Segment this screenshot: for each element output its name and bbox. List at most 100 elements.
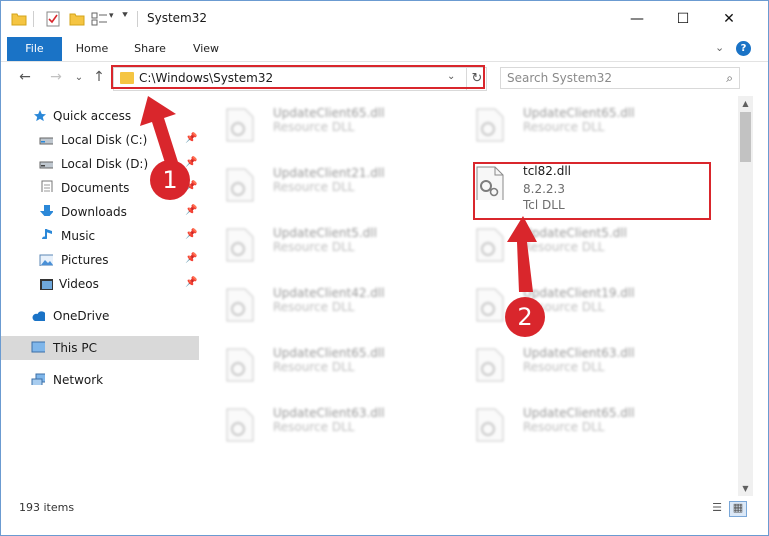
status-bar: 193 items ☰ ▦ [1, 498, 768, 520]
close-button[interactable]: ✕ [706, 1, 752, 37]
file-type: Resource DLL [523, 420, 605, 434]
file-item[interactable]: UpdateClient65.dll Resource DLL [455, 96, 690, 152]
scroll-up-icon[interactable]: ▲ [738, 96, 753, 111]
sidebar-item-onedrive[interactable]: OneDrive [1, 304, 199, 328]
recent-locations-icon[interactable]: ⌄ [69, 72, 89, 83]
tab-file[interactable]: File [7, 37, 62, 61]
pin-icon[interactable]: 📌 [185, 181, 197, 192]
sidebar-item-network[interactable]: Network [1, 368, 199, 392]
forward-icon[interactable]: → [46, 69, 66, 85]
star-icon [34, 110, 46, 121]
details-view-icon[interactable]: ☰ [709, 501, 725, 515]
file-item[interactable]: UpdateClient63.dll Resource DLL [455, 336, 690, 392]
sidebar-item-pictures[interactable]: Pictures 📌 [1, 248, 199, 272]
address-row: ← → ⌄ ↑ C:\Windows\System32 ⌄ ↻ ⌕ [1, 62, 768, 94]
item-count: 193 items [19, 501, 75, 514]
search-icon[interactable]: ⌕ [726, 71, 733, 86]
file-item[interactable]: UpdateClient65.dll Resource DLL [205, 336, 440, 392]
file-item-tcl82[interactable]: tcl82.dll 8.2.2.3 Tcl DLL [455, 160, 690, 216]
sidebar-item-label: OneDrive [53, 309, 110, 323]
pin-icon[interactable]: 📌 [185, 277, 197, 288]
quick-access-dropdown-icon[interactable]: ⯆ [121, 10, 129, 21]
file-name: UpdateClient21.dll [273, 166, 385, 180]
file-type: Resource DLL [523, 360, 605, 374]
file-type: Resource DLL [273, 360, 355, 374]
scroll-thumb[interactable] [740, 112, 751, 162]
file-item[interactable]: UpdateClient21.dll Resource DLL [205, 156, 440, 212]
sidebar-item-quick-access[interactable]: Quick access [1, 104, 199, 128]
documents-icon [41, 180, 53, 192]
sidebar-item-music[interactable]: Music 📌 [1, 224, 199, 248]
tab-home[interactable]: Home [69, 37, 115, 61]
sidebar-item-documents[interactable]: Documents 📌 [1, 176, 199, 200]
new-folder-icon[interactable] [69, 11, 85, 27]
file-name: UpdateClient65.dll [273, 346, 385, 360]
properties-icon[interactable] [45, 11, 61, 27]
tab-view[interactable]: View [183, 37, 229, 61]
minimize-button[interactable]: — [614, 1, 660, 37]
file-item[interactable]: UpdateClient63.dll Resource DLL [205, 396, 440, 452]
expand-ribbon-icon[interactable]: ⌄ [715, 41, 724, 54]
help-icon[interactable]: ? [736, 41, 751, 56]
file-type: Resource DLL [273, 420, 355, 434]
this-pc-icon [31, 341, 45, 353]
file-item[interactable]: UpdateClient5.dll Resource DLL [455, 216, 690, 272]
dll-file-icon [476, 348, 504, 382]
file-list: UpdateClient65.dll Resource DLL UpdateCl… [205, 96, 737, 496]
back-icon[interactable]: ← [15, 69, 35, 85]
sidebar-item-videos[interactable]: Videos 📌 [1, 272, 199, 296]
sidebar-item-local-disk-d[interactable]: Local Disk (D:) 📌 [1, 152, 199, 176]
navigation-pane: Quick access Local Disk (C:) 📌 Local Dis… [1, 96, 204, 496]
file-item[interactable]: UpdateClient42.dll Resource DLL [205, 276, 440, 332]
dll-file-icon [226, 348, 254, 382]
file-name: UpdateClient19.dll [523, 286, 635, 300]
chevron-down-icon[interactable]: ▾ [109, 11, 114, 21]
up-icon[interactable]: ↑ [89, 69, 109, 85]
sidebar-item-downloads[interactable]: Downloads 📌 [1, 200, 199, 224]
sidebar-item-label: Downloads [61, 205, 127, 219]
folder-icon [11, 13, 27, 26]
file-item[interactable]: UpdateClient5.dll Resource DLL [205, 216, 440, 272]
pin-icon[interactable]: 📌 [185, 253, 197, 264]
search-box[interactable]: ⌕ [500, 67, 740, 89]
tiles-view-icon[interactable]: ▦ [729, 501, 747, 517]
pin-icon[interactable]: 📌 [185, 229, 197, 240]
sidebar-item-label: Videos [59, 277, 99, 291]
file-type: Tcl DLL [523, 198, 565, 212]
dll-file-icon [226, 228, 254, 262]
sidebar-item-local-disk-c[interactable]: Local Disk (C:) 📌 [1, 128, 199, 152]
pin-icon[interactable]: 📌 [185, 205, 197, 216]
tab-share[interactable]: Share [127, 37, 173, 61]
sidebar-item-label: Local Disk (D:) [61, 157, 149, 171]
sidebar-item-this-pc[interactable]: This PC [1, 336, 199, 360]
dll-file-icon [476, 166, 504, 200]
vertical-scrollbar[interactable]: ▲ ▼ [738, 96, 753, 496]
file-item[interactable]: UpdateClient65.dll Resource DLL [455, 396, 690, 452]
file-item[interactable]: UpdateClient19.dll Resource DLL [455, 276, 690, 332]
file-name: UpdateClient65.dll [523, 106, 635, 120]
chevron-down-icon[interactable]: ⌄ [447, 71, 455, 82]
window-title: System32 [147, 11, 208, 25]
drive-icon [39, 161, 53, 169]
scroll-down-icon[interactable]: ▼ [738, 481, 753, 496]
file-name: UpdateClient42.dll [273, 286, 385, 300]
file-item[interactable]: UpdateClient65.dll Resource DLL [205, 96, 440, 152]
dll-file-icon [226, 288, 254, 322]
title-bar: ▾ ⯆ System32 — ☐ ✕ [1, 1, 768, 37]
pin-icon[interactable]: 📌 [185, 157, 197, 168]
search-input[interactable] [507, 70, 707, 86]
dll-file-icon [226, 168, 254, 202]
address-bar[interactable]: C:\Windows\System32 ⌄ ↻ [113, 67, 487, 91]
file-name: UpdateClient63.dll [523, 346, 635, 360]
pin-icon[interactable]: 📌 [185, 133, 197, 144]
address-path[interactable]: C:\Windows\System32 [139, 71, 273, 85]
file-name: UpdateClient63.dll [273, 406, 385, 420]
file-type: Resource DLL [523, 120, 605, 134]
customize-toolbar-icon[interactable] [91, 11, 109, 27]
divider [137, 11, 138, 27]
maximize-button[interactable]: ☐ [660, 1, 706, 37]
dll-file-icon [226, 408, 254, 442]
videos-icon [40, 279, 53, 290]
file-name: UpdateClient5.dll [523, 226, 627, 240]
refresh-icon[interactable]: ↻ [466, 68, 487, 90]
